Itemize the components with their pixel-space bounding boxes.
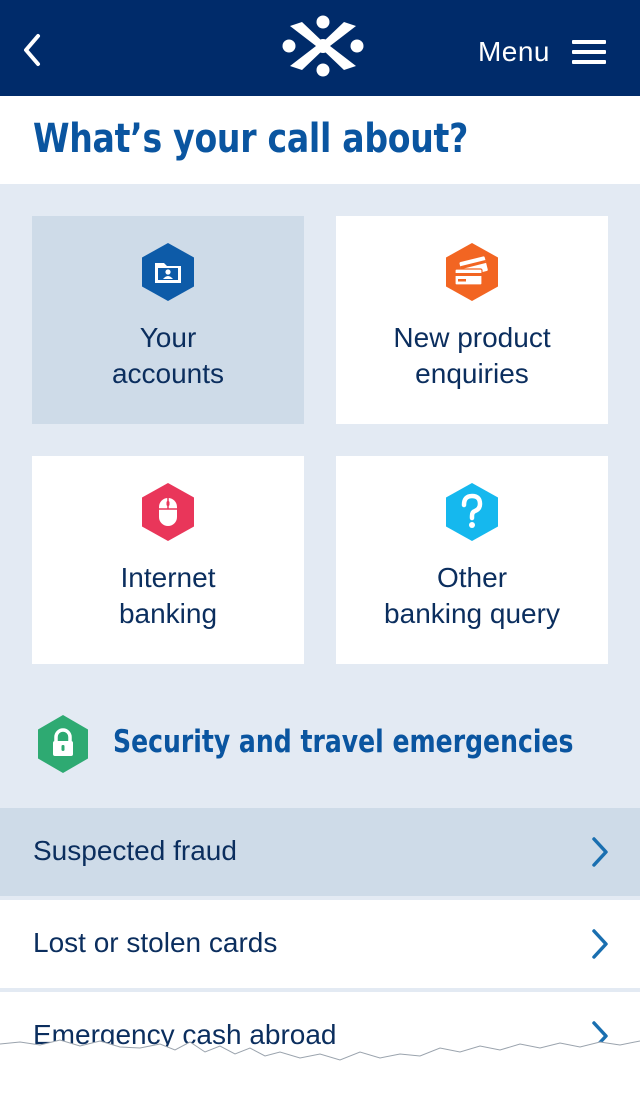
tile-label-line: Other <box>436 562 508 593</box>
tile-label-line: banking <box>118 598 218 629</box>
list-item-label: Suspected fraud <box>33 835 237 866</box>
tile-label: Your accounts <box>32 320 304 392</box>
tile-label: Other banking query <box>336 560 608 632</box>
question-icon <box>446 483 498 541</box>
tile-label: New product enquiries <box>336 320 608 392</box>
tile-label: Internet banking <box>32 560 304 632</box>
chevron-right-icon <box>592 929 608 959</box>
tile-label-line: enquiries <box>415 358 529 389</box>
title-bar: What’s your call about? <box>0 96 640 184</box>
tile-label-line: Your <box>139 322 197 353</box>
security-title: Security and travel emergencies <box>113 724 574 760</box>
tile-internet-banking[interactable]: Internet banking <box>32 456 304 664</box>
security-heading: Security and travel emergencies <box>36 714 616 774</box>
options-panel: Your accounts New product enquiries Inte… <box>0 184 640 808</box>
tile-label-line: New product <box>393 322 551 353</box>
menu-button[interactable]: Menu <box>478 32 606 72</box>
app-header: Menu <box>0 0 640 96</box>
tile-label-line: banking query <box>384 598 560 629</box>
back-button[interactable] <box>16 30 56 70</box>
mouse-icon <box>142 483 194 541</box>
credit-cards-icon <box>446 243 498 301</box>
bank-logo[interactable] <box>282 14 364 78</box>
padlock-icon <box>38 715 88 773</box>
tile-new-product-enquiries[interactable]: New product enquiries <box>336 216 608 424</box>
tile-label-line: Internet <box>120 562 216 593</box>
tile-your-accounts[interactable]: Your accounts <box>32 216 304 424</box>
list-item-lost-stolen-cards[interactable]: Lost or stolen cards <box>0 900 640 988</box>
menu-label: Menu <box>477 36 550 67</box>
chevron-left-icon <box>24 34 40 66</box>
list-item-suspected-fraud[interactable]: Suspected fraud <box>0 808 640 896</box>
page-title: What’s your call about? <box>33 116 469 162</box>
torn-edge <box>0 1039 640 1100</box>
account-folder-icon <box>142 243 194 301</box>
tile-label-line: accounts <box>111 358 225 389</box>
tile-other-banking-query[interactable]: Other banking query <box>336 456 608 664</box>
list-item-label: Lost or stolen cards <box>33 927 278 958</box>
hamburger-icon <box>572 40 606 64</box>
chevron-right-icon <box>592 837 608 867</box>
